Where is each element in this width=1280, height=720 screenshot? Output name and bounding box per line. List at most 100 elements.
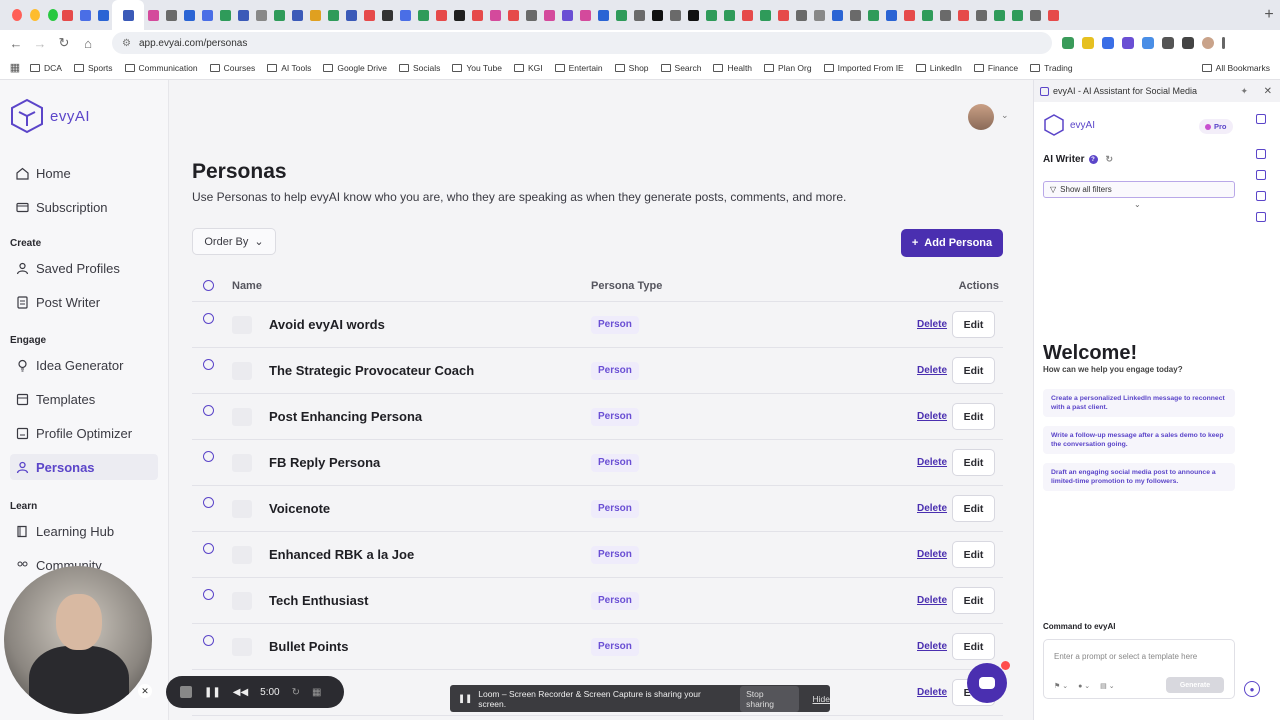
browser-tab[interactable] (810, 0, 828, 30)
delete-button[interactable]: Delete (917, 687, 947, 698)
browser-tab[interactable] (558, 0, 576, 30)
suggestion-card[interactable]: Draft an engaging social media post to a… (1043, 463, 1235, 492)
bookmark-folder[interactable]: Google Drive (323, 63, 387, 73)
row-select-radio[interactable] (203, 497, 214, 508)
browser-tab[interactable] (234, 0, 252, 30)
row-select-radio[interactable] (203, 451, 214, 462)
browser-tab[interactable] (270, 0, 288, 30)
delete-button[interactable]: Delete (917, 411, 947, 422)
delete-button[interactable]: Delete (917, 319, 947, 330)
edit-button[interactable]: Edit (952, 495, 995, 522)
browser-tab[interactable] (360, 0, 378, 30)
delete-button[interactable]: Delete (917, 365, 947, 376)
profile-avatar-icon[interactable] (1202, 37, 1214, 49)
browser-tab[interactable] (756, 0, 774, 30)
address-bar[interactable]: ⚙ app.evyai.com/personas (112, 32, 1052, 54)
chat-icon[interactable] (1256, 170, 1266, 180)
pause-icon[interactable]: ❚❚ (204, 687, 221, 698)
sidebar-item-saved-profiles[interactable]: Saved Profiles (10, 255, 158, 281)
help-icon[interactable]: ? (1088, 155, 1098, 164)
order-by-dropdown[interactable]: Order By ⌄ (192, 228, 276, 255)
edit-button[interactable]: Edit (952, 587, 995, 614)
bookmark-folder[interactable]: Entertain (554, 63, 603, 73)
trash-icon[interactable]: ▦ (312, 687, 321, 698)
sidebar-item-home[interactable]: Home (10, 160, 158, 186)
browser-tab[interactable] (486, 0, 504, 30)
sidebar-item-subscription[interactable]: Subscription (10, 194, 158, 220)
template-dropdown-icon[interactable]: ▤ ⌄ (1100, 682, 1114, 690)
suggestion-card[interactable]: Create a personalized LinkedIn message t… (1043, 389, 1235, 418)
sidebar-item-personas[interactable]: Personas (10, 454, 158, 480)
sidebar-item-idea-generator[interactable]: Idea Generator (10, 352, 158, 378)
tone-dropdown-icon[interactable]: ● ⌄ (1078, 682, 1090, 690)
bookmark-folder[interactable]: Sports (73, 63, 113, 73)
browser-tab[interactable] (522, 0, 540, 30)
browser-tab[interactable] (576, 0, 594, 30)
select-all-radio[interactable] (203, 280, 214, 291)
bookmark-folder[interactable]: Socials (398, 63, 440, 73)
restart-icon[interactable]: ↻ (292, 687, 300, 698)
browser-tab[interactable] (180, 0, 198, 30)
add-persona-button[interactable]: + Add Persona (901, 229, 1003, 257)
browser-tab[interactable] (76, 0, 94, 30)
browser-tab[interactable] (1026, 0, 1044, 30)
window-controls[interactable] (0, 9, 58, 21)
extension-icon[interactable] (1122, 37, 1134, 49)
browser-tab[interactable] (198, 0, 216, 30)
external-link-icon[interactable] (1256, 114, 1266, 124)
generate-button[interactable]: Generate (1166, 677, 1224, 693)
edit-button[interactable]: Edit (952, 357, 995, 384)
site-info-icon[interactable]: ⚙ (122, 38, 131, 49)
bookmark-folder[interactable]: Imported From IE (823, 63, 904, 73)
bookmark-folder[interactable]: DCA (30, 63, 62, 73)
browser-tab[interactable] (342, 0, 360, 30)
bookmark-folder[interactable]: Courses (209, 63, 255, 73)
stop-sharing-button[interactable]: Stop sharing (740, 685, 799, 712)
edit-button[interactable]: Edit (952, 311, 995, 338)
bookmark-folder[interactable]: You Tube (452, 63, 502, 73)
user-avatar[interactable] (968, 104, 994, 130)
browser-tab[interactable] (396, 0, 414, 30)
browser-tab[interactable] (216, 0, 234, 30)
show-filters-button[interactable]: ▽ Show all filters (1043, 181, 1235, 198)
browser-tab[interactable] (112, 0, 144, 30)
row-select-radio[interactable] (203, 405, 214, 416)
browser-tab[interactable] (594, 0, 612, 30)
browser-tab[interactable] (612, 0, 630, 30)
rewind-icon[interactable]: ◀◀ (233, 687, 248, 698)
back-icon[interactable]: ← (4, 36, 28, 51)
browser-tab[interactable] (846, 0, 864, 30)
browser-tab[interactable] (288, 0, 306, 30)
close-icon[interactable]: ✕ (138, 684, 152, 698)
browser-tab[interactable] (468, 0, 486, 30)
minimize-window-icon[interactable] (30, 9, 40, 21)
browser-tab[interactable] (702, 0, 720, 30)
browser-tab[interactable] (666, 0, 684, 30)
browser-tab[interactable] (864, 0, 882, 30)
browser-tab[interactable] (972, 0, 990, 30)
delete-button[interactable]: Delete (917, 457, 947, 468)
browser-tabs[interactable] (58, 0, 1258, 30)
stop-recording-icon[interactable] (180, 686, 192, 698)
browser-tab[interactable] (918, 0, 936, 30)
row-select-radio[interactable] (203, 313, 214, 324)
browser-tab[interactable] (324, 0, 342, 30)
row-select-radio[interactable] (203, 589, 214, 600)
browser-tab[interactable] (630, 0, 648, 30)
browser-tab[interactable] (432, 0, 450, 30)
browser-tab[interactable] (792, 0, 810, 30)
delete-button[interactable]: Delete (917, 549, 947, 560)
delete-button[interactable]: Delete (917, 641, 947, 652)
browser-tab[interactable] (306, 0, 324, 30)
home-icon[interactable] (1256, 149, 1266, 159)
pin-icon[interactable]: ✦ (1240, 86, 1248, 97)
bookmark-folder[interactable]: KGI (513, 63, 543, 73)
browser-tab[interactable] (1044, 0, 1062, 30)
hide-button[interactable]: Hide (813, 694, 830, 704)
reload-icon[interactable]: ↻ (52, 35, 76, 51)
bookmark-folder[interactable]: LinkedIn (915, 63, 962, 73)
browser-tab[interactable] (162, 0, 180, 30)
browser-tab[interactable] (990, 0, 1008, 30)
browser-tab[interactable] (1008, 0, 1026, 30)
browser-tab[interactable] (144, 0, 162, 30)
